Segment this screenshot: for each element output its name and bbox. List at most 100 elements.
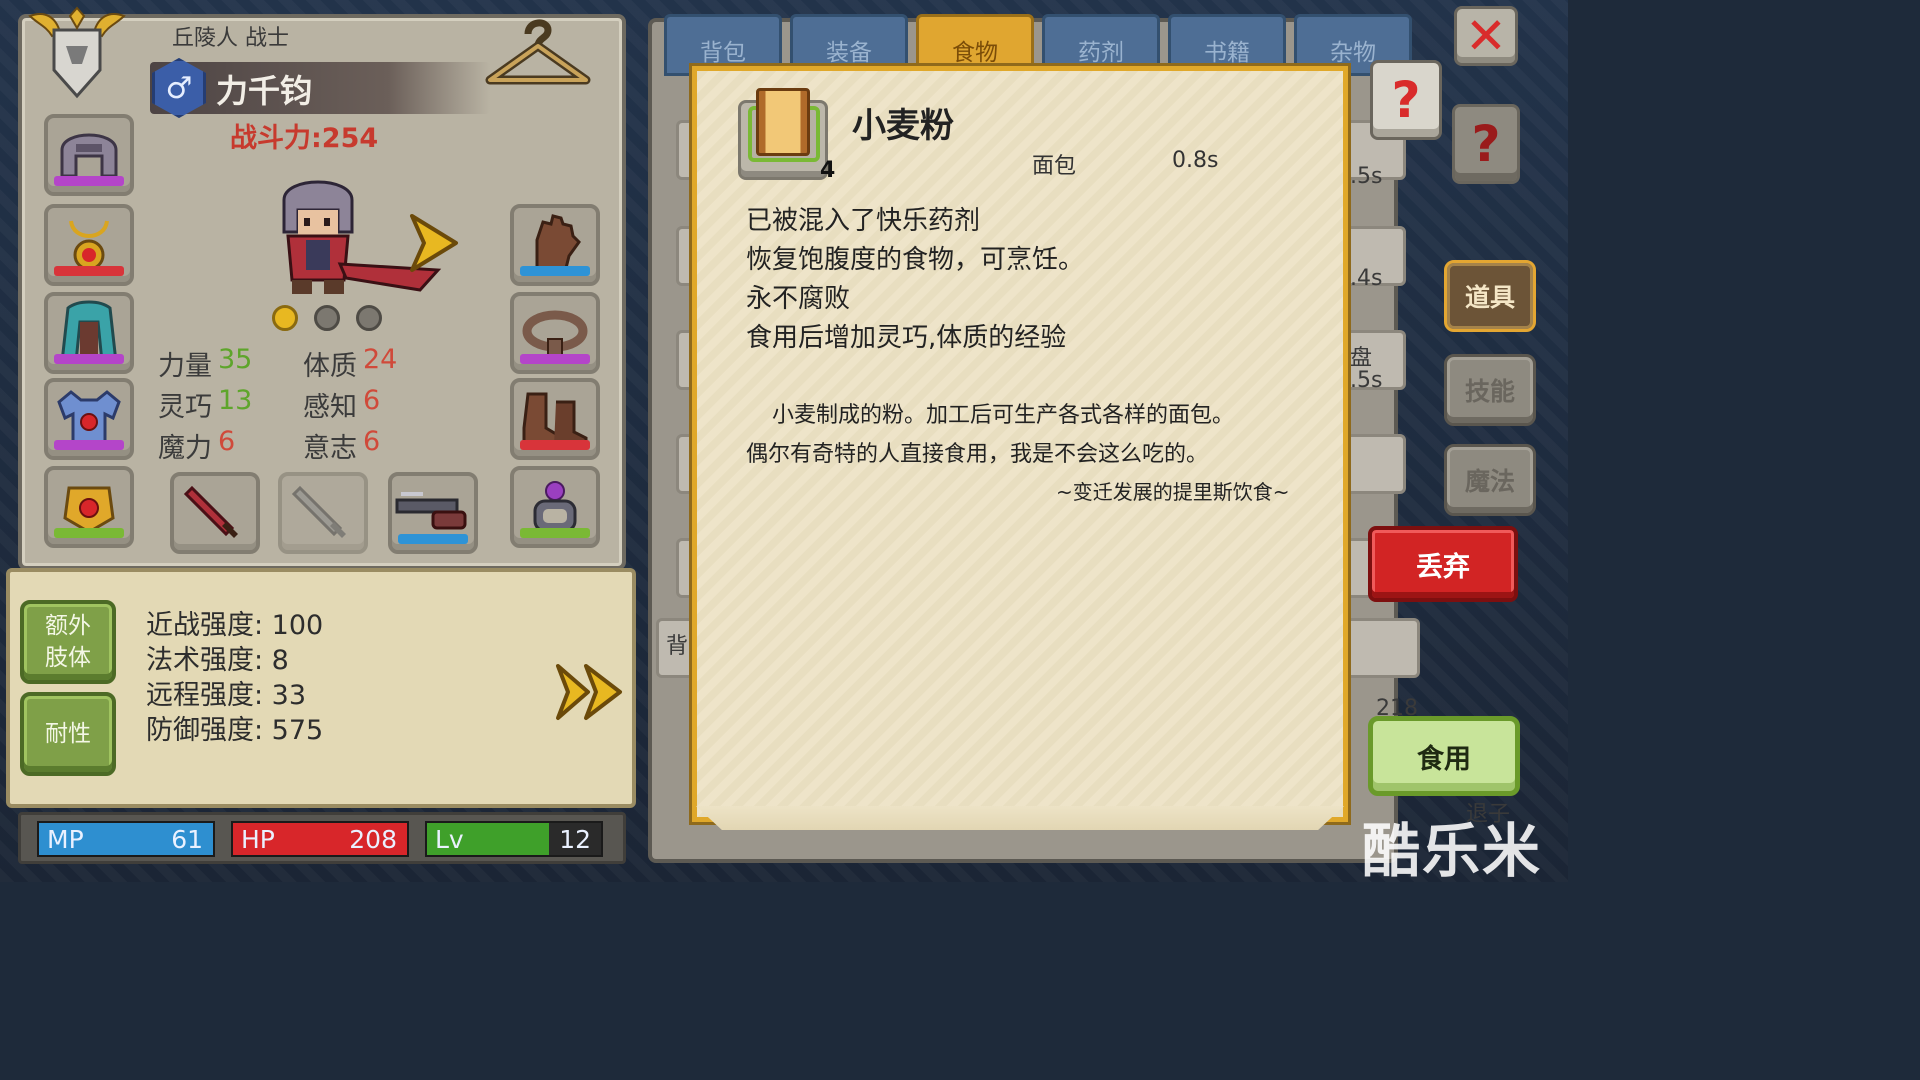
level-bar: Lv 12 <box>425 821 603 857</box>
category-items[interactable]: 道具 <box>1444 260 1536 332</box>
category-skills[interactable]: 技能 <box>1444 354 1536 426</box>
attr-will: 意志 6 <box>303 426 448 465</box>
ranged-strength: 远程强度: 33 <box>146 680 307 711</box>
hp-label: HP <box>241 825 275 854</box>
attr-value: 6 <box>363 385 381 416</box>
attr-magic: 魔力 6 <box>158 426 303 465</box>
extra-limb-button[interactable]: 额外 肢体 <box>20 600 116 684</box>
combat-stats-list: 近战强度: 100 法术强度: 8 远程强度: 33 防御强度: 575 <box>146 608 323 748</box>
resource-bars: MP 61 HP 208 Lv 12 <box>18 812 626 864</box>
rarity-rim <box>288 534 358 544</box>
item-type: 面包 <box>1032 154 1077 179</box>
help-button-secondary[interactable]: ? <box>1452 104 1520 184</box>
eat-button[interactable]: 食用 <box>1368 716 1520 796</box>
watermark: 酷乐米 <box>1362 817 1543 885</box>
attr-value: 6 <box>218 426 236 457</box>
lore-line: 偶尔有奇特的人直接食用，我是不会这么吃的。 <box>746 442 1209 467</box>
list-item-time: .5s <box>1350 164 1383 189</box>
level-label: Lv <box>435 825 464 854</box>
lore-line: 小麦制成的粉。加工后可生产各式各样的面包。 <box>772 403 1235 428</box>
attr-label: 意志 <box>303 433 357 464</box>
attr-value: 24 <box>363 344 398 375</box>
combat-stats-panel: 额外 肢体 耐性 近战强度: 100 法术强度: 8 远程强度: 33 防御强度… <box>6 568 636 808</box>
attr-label: 体质 <box>303 351 357 382</box>
double-chevron-right-icon[interactable] <box>554 660 626 724</box>
attr-strength: 力量 35 <box>158 344 303 383</box>
rarity-rim <box>398 534 468 544</box>
effect-line: 已被混入了快乐药剂 <box>746 206 981 236</box>
boots-slot[interactable] <box>510 378 600 460</box>
popup-tail <box>696 806 1344 830</box>
offhand-slot[interactable] <box>278 472 368 554</box>
rarity-rim <box>180 534 250 544</box>
rarity-rim <box>54 440 124 450</box>
race-class-label: 丘陵人 战士 <box>172 26 289 51</box>
effect-line: 永不腐败 <box>746 284 851 314</box>
category-magic[interactable]: 魔法 <box>1444 444 1536 516</box>
helmet-slot[interactable] <box>44 114 134 196</box>
hp-value: 208 <box>349 825 397 854</box>
item-effects: 已被混入了快乐药剂 恢复饱腹度的食物，可烹饪。 永不腐败 食用后增加灵巧,体质的… <box>746 202 1084 358</box>
next-character-arrow-icon[interactable] <box>406 212 462 274</box>
defense-strength: 防御强度: 575 <box>146 715 324 746</box>
hp-bar: HP 208 <box>231 821 409 857</box>
attr-dexterity: 灵巧 13 <box>158 385 303 424</box>
mp-bar: MP 61 <box>37 821 215 857</box>
level-value: 12 <box>559 825 591 854</box>
rarity-rim <box>54 528 124 538</box>
help-button[interactable]: ? <box>1370 60 1442 140</box>
list-item-time: .4s <box>1350 266 1383 291</box>
spell-strength: 法术强度: 8 <box>146 645 289 676</box>
main-weapon-slot[interactable] <box>170 472 260 554</box>
attr-value: 35 <box>218 344 253 375</box>
armor-slot[interactable] <box>44 378 134 460</box>
item-time: 0.8s <box>1172 148 1219 173</box>
attr-label: 感知 <box>303 392 357 423</box>
rarity-rim <box>520 528 590 538</box>
amulet-slot[interactable] <box>44 204 134 286</box>
melee-strength: 近战强度: 100 <box>146 610 324 641</box>
list-item-time: .5s <box>1350 368 1383 393</box>
close-button[interactable]: ✕ <box>1454 6 1518 66</box>
effect-line: 恢复饱腹度的食物，可烹饪。 <box>746 245 1085 275</box>
attr-perception: 感知 6 <box>303 385 448 424</box>
attr-value: 6 <box>363 426 381 457</box>
list-item-label: 背 <box>666 634 689 659</box>
mp-label: MP <box>47 825 84 854</box>
attr-label: 力量 <box>158 351 212 382</box>
item-lore: 小麦制成的粉。加工后可生产各式各样的面包。 偶尔有奇特的人直接食用，我是不会这么… <box>746 396 1234 474</box>
item-name: 小麦粉 <box>852 106 954 146</box>
wardrobe-hanger-icon[interactable] <box>484 10 592 88</box>
belt-slot[interactable] <box>44 466 134 548</box>
rarity-rim <box>520 354 590 364</box>
page-dot[interactable] <box>356 305 382 331</box>
attr-value: 13 <box>218 385 253 416</box>
girdle-slot[interactable] <box>510 292 600 374</box>
cloak-slot[interactable] <box>44 292 134 374</box>
class-emblem-icon <box>28 6 126 99</box>
item-count: 4 <box>820 158 836 183</box>
combat-power: 战斗力:254 <box>230 123 379 154</box>
ranged-weapon-slot[interactable] <box>388 472 478 554</box>
attribute-grid: 力量 35 体质 24 灵巧 13 感知 6 魔力 6 意志 6 <box>158 344 448 465</box>
mp-value: 61 <box>171 825 203 854</box>
girdle-icon <box>522 310 588 356</box>
discard-button[interactable]: 丢弃 <box>1368 526 1518 602</box>
rarity-rim <box>520 266 590 276</box>
page-indicator <box>272 305 382 331</box>
gloves-slot[interactable] <box>510 204 600 286</box>
ring-slot[interactable] <box>510 466 600 548</box>
page-dot[interactable] <box>314 305 340 331</box>
rarity-rim <box>54 354 124 364</box>
item-source: ~变迁发展的提里斯饮食~ <box>1056 480 1290 504</box>
rarity-rim <box>520 440 590 450</box>
endurance-button[interactable]: 耐性 <box>20 692 116 776</box>
rarity-rim <box>54 176 124 186</box>
flour-sack-icon <box>756 88 810 156</box>
effect-line: 食用后增加灵巧,体质的经验 <box>746 323 1067 353</box>
attr-constitution: 体质 24 <box>303 344 448 383</box>
attr-label: 灵巧 <box>158 392 212 423</box>
attr-label: 魔力 <box>158 433 212 464</box>
page-dot[interactable] <box>272 305 298 331</box>
character-name: 力千钧 <box>216 72 313 110</box>
